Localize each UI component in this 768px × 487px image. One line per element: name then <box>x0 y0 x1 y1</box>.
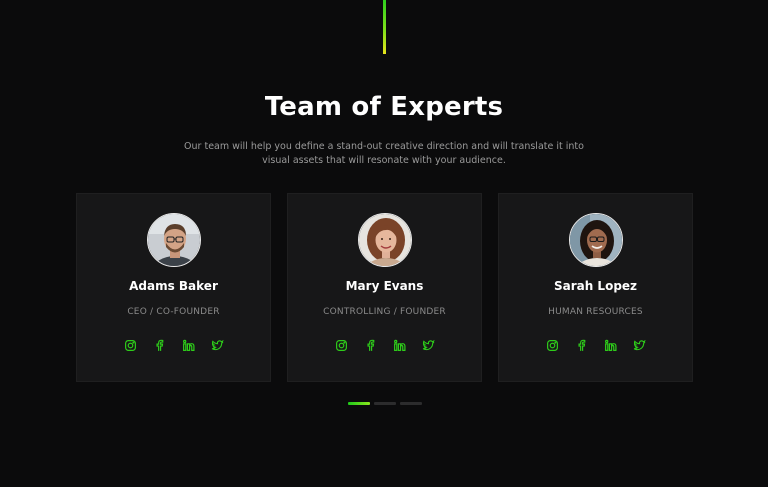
social-links <box>288 339 481 352</box>
linkedin-icon[interactable] <box>604 339 617 352</box>
pagination-dot-1[interactable] <box>348 402 370 405</box>
twitter-icon[interactable] <box>633 339 646 352</box>
member-role: CONTROLLING / FOUNDER <box>323 307 446 317</box>
instagram-icon[interactable] <box>546 339 559 352</box>
carousel-pagination <box>348 402 422 405</box>
member-name: Sarah Lopez <box>553 279 638 293</box>
twitter-icon[interactable] <box>211 339 224 352</box>
section-subtitle: Our team will help you define a stand-ou… <box>184 141 584 166</box>
social-links <box>77 339 270 352</box>
pagination-dot-3[interactable] <box>400 402 422 405</box>
team-member-card: Adams Baker CEO / CO-FOUNDER <box>76 193 271 382</box>
team-member-card: Mary Evans CONTROLLING / FOUNDER <box>287 193 482 382</box>
member-name: Adams Baker <box>129 279 218 293</box>
team-section: Team of Experts Our team will help you d… <box>0 0 768 487</box>
facebook-icon[interactable] <box>364 339 377 352</box>
team-member-card: Sarah Lopez HUMAN RESOURCES <box>498 193 693 382</box>
instagram-icon[interactable] <box>124 339 137 352</box>
twitter-icon[interactable] <box>422 339 435 352</box>
social-links <box>499 339 692 352</box>
avatar <box>147 213 201 267</box>
linkedin-icon[interactable] <box>393 339 406 352</box>
accent-divider-line <box>383 0 386 54</box>
section-title: Team of Experts <box>264 92 504 122</box>
member-role: HUMAN RESOURCES <box>548 307 643 317</box>
member-role: CEO / CO-FOUNDER <box>127 307 220 317</box>
member-name: Mary Evans <box>345 279 424 293</box>
linkedin-icon[interactable] <box>182 339 195 352</box>
avatar <box>358 213 412 267</box>
facebook-icon[interactable] <box>153 339 166 352</box>
avatar <box>569 213 623 267</box>
instagram-icon[interactable] <box>335 339 348 352</box>
pagination-dot-2[interactable] <box>374 402 396 405</box>
facebook-icon[interactable] <box>575 339 588 352</box>
